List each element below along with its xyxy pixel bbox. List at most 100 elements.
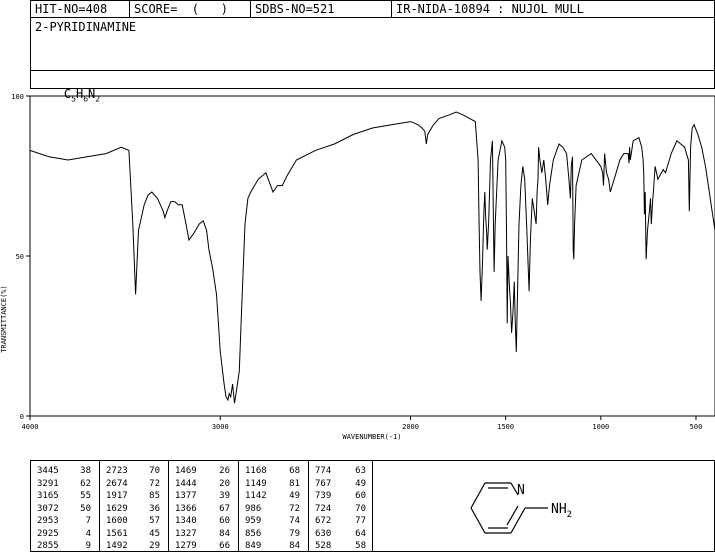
- structure-diagram: N NH2: [470, 482, 572, 534]
- peak-wavenumber: 528: [315, 541, 332, 551]
- peak-row: 1492 29: [100, 540, 168, 552]
- peak-column: 2723 70 2674 72 1917 85 1629 36 1600 57 1561 45 1492…: [100, 461, 169, 551]
- peak-transmittance: 50: [80, 503, 91, 514]
- peak-transmittance: 60: [355, 491, 366, 501]
- peak-wavenumber: 1142: [245, 491, 267, 501]
- peak-row: 774 63: [309, 465, 374, 477]
- peak-transmittance: 45: [149, 528, 160, 539]
- peak-wavenumber: 1561: [106, 528, 128, 539]
- peak-row: 767 49: [309, 478, 374, 490]
- peak-wavenumber: 1600: [106, 516, 128, 526]
- peak-transmittance: 7: [85, 516, 91, 526]
- peak-row: 2855 9: [31, 540, 99, 552]
- x-axis-label: WAVENUMBER(-1): [342, 433, 401, 441]
- y-tick-label: 0: [20, 413, 24, 421]
- amine-label: NH2: [551, 502, 572, 520]
- peak-wavenumber: 1168: [245, 466, 267, 476]
- peak-transmittance: 77: [355, 516, 366, 526]
- peak-row: 1142 49: [239, 490, 308, 502]
- peak-wavenumber: 2953: [37, 516, 59, 526]
- peak-wavenumber: 1149: [245, 478, 267, 489]
- peak-row: 1561 45: [100, 528, 168, 540]
- peak-wavenumber: 767: [315, 478, 332, 489]
- peak-transmittance: 62: [80, 478, 91, 489]
- ir-info: IR-NIDA-10894 : NUJOL MULL: [396, 2, 584, 16]
- peak-transmittance: 39: [219, 491, 230, 501]
- peak-row: 2925 4: [31, 528, 99, 540]
- x-tick-label: 500: [690, 423, 703, 431]
- peak-transmittance: 57: [149, 516, 160, 526]
- peak-wavenumber: 1444: [175, 478, 197, 489]
- peak-transmittance: 85: [149, 491, 160, 501]
- plot-frame: [29, 95, 715, 417]
- x-tick-label: 3000: [212, 423, 229, 431]
- peak-row: 1629 36: [100, 503, 168, 515]
- peak-row: 849 84: [239, 540, 308, 552]
- peak-row: 2674 72: [100, 478, 168, 490]
- peak-transmittance: 72: [149, 478, 160, 489]
- structure-box: N NH2: [373, 460, 715, 552]
- peak-wavenumber: 1279: [175, 541, 197, 551]
- sdbs-no: SDBS-NO=521: [255, 2, 335, 16]
- peak-wavenumber: 3072: [37, 503, 59, 514]
- peak-transmittance: 49: [289, 491, 300, 501]
- peak-column: 1168 68 1149 81 1142 49 986 72 959 74 856 79 849 84: [239, 461, 309, 551]
- peak-wavenumber: 774: [315, 466, 332, 476]
- peak-row: 986 72: [239, 503, 308, 515]
- peak-wavenumber: 739: [315, 491, 332, 501]
- peak-wavenumber: 630: [315, 528, 332, 539]
- peak-transmittance: 4: [85, 528, 91, 539]
- peak-row: 1327 84: [169, 528, 238, 540]
- peak-wavenumber: 1340: [175, 516, 197, 526]
- peak-row: 630 64: [309, 528, 374, 540]
- peak-row: 1444 20: [169, 478, 238, 490]
- peak-transmittance: 84: [289, 541, 300, 551]
- peak-wavenumber: 3165: [37, 491, 59, 501]
- peak-wavenumber: 1327: [175, 528, 197, 539]
- peak-row: 1917 85: [100, 490, 168, 502]
- peak-transmittance: 66: [219, 541, 230, 551]
- hit-no: HIT-NO=408: [35, 2, 108, 16]
- score: SCORE= ( ): [134, 2, 228, 16]
- header-rule: [31, 17, 714, 18]
- peak-wavenumber: 1629: [106, 503, 128, 514]
- peak-transmittance: 60: [219, 516, 230, 526]
- peak-transmittance: 70: [149, 466, 160, 476]
- peak-row: 959 74: [239, 515, 308, 527]
- y-axis-label: TRANSMITTANCE(%): [0, 285, 8, 352]
- peak-transmittance: 49: [355, 478, 366, 489]
- peak-row: 1149 81: [239, 478, 308, 490]
- peak-wavenumber: 2855: [37, 541, 59, 551]
- header-box: HIT-NO=408 SCORE= ( ) SDBS-NO=521 IR-NID…: [30, 0, 715, 103]
- peak-wavenumber: 3445: [37, 466, 59, 476]
- peak-transmittance: 79: [289, 528, 300, 539]
- peak-column: 1469 26 1444 20 1377 39 1366 67 1340 60 1327 84 1279…: [169, 461, 239, 551]
- spectrum-line: [29, 111, 715, 404]
- peak-transmittance: 84: [219, 528, 230, 539]
- x-tick-label: 1500: [497, 423, 514, 431]
- peak-row: 1279 66: [169, 540, 238, 552]
- peak-wavenumber: 959: [245, 516, 262, 526]
- peak-transmittance: 70: [355, 503, 366, 514]
- peak-wavenumber: 1492: [106, 541, 128, 551]
- peak-transmittance: 20: [219, 478, 230, 489]
- peak-row: 724 70: [309, 503, 374, 515]
- peak-wavenumber: 856: [245, 528, 262, 539]
- peak-row: 3165 55: [31, 490, 99, 502]
- x-tick-label: 2000: [402, 423, 419, 431]
- formula-rule: [31, 70, 714, 71]
- peak-wavenumber: 1366: [175, 503, 197, 514]
- peak-wavenumber: 2723: [106, 466, 128, 476]
- peak-wavenumber: 1377: [175, 491, 197, 501]
- peak-transmittance: 67: [219, 503, 230, 514]
- peak-transmittance: 9: [85, 541, 91, 551]
- peak-transmittance: 38: [80, 466, 91, 476]
- peak-wavenumber: 2925: [37, 528, 59, 539]
- peak-row: 2953 7: [31, 515, 99, 527]
- peak-transmittance: 81: [289, 478, 300, 489]
- peak-row: 1366 67: [169, 503, 238, 515]
- peak-row: 856 79: [239, 528, 308, 540]
- peak-wavenumber: 672: [315, 516, 332, 526]
- peak-row: 672 77: [309, 515, 374, 527]
- peak-row: 1469 26: [169, 465, 238, 477]
